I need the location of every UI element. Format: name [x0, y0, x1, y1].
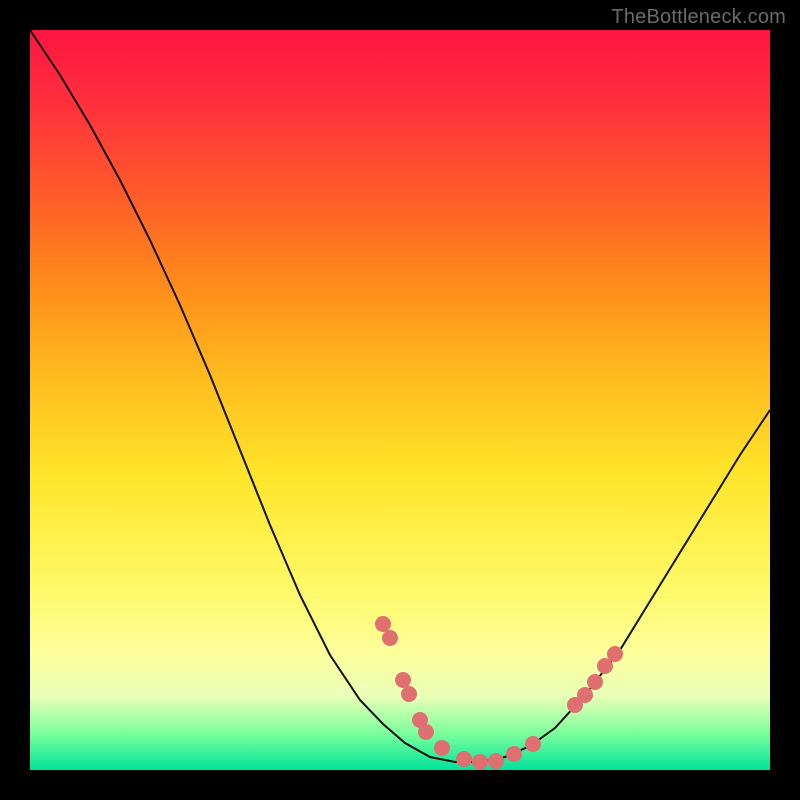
data-dot [587, 674, 603, 690]
watermark-text: TheBottleneck.com [611, 6, 786, 29]
data-dot [395, 672, 411, 688]
data-dot [577, 687, 593, 703]
data-dot [375, 616, 391, 632]
bottleneck-curve [30, 30, 770, 762]
data-dot [488, 753, 504, 769]
data-dot [607, 646, 623, 662]
data-dot [382, 630, 398, 646]
data-dot [418, 724, 434, 740]
chart-svg [30, 30, 770, 770]
data-dot [525, 736, 541, 752]
data-dot [506, 746, 522, 762]
data-dot [434, 740, 450, 756]
data-dot [456, 751, 472, 767]
data-dot [401, 686, 417, 702]
plot-area [30, 30, 770, 770]
data-dot [472, 754, 488, 770]
